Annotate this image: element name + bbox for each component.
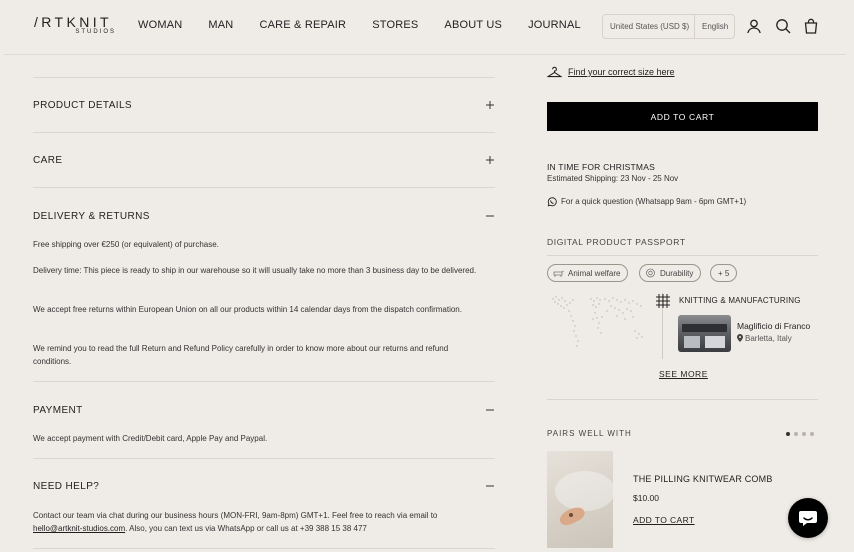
divider [33, 187, 495, 188]
divider [33, 458, 495, 459]
bag-icon[interactable] [803, 18, 819, 34]
size-guide-link[interactable]: Find your correct size here [568, 67, 675, 77]
divider [33, 381, 495, 382]
nav-item-care-repair[interactable]: CARE & REPAIR [259, 19, 346, 31]
whatsapp-icon [547, 197, 557, 207]
pill-label: Animal welfare [568, 268, 621, 278]
carousel-dot[interactable] [786, 432, 790, 436]
delivery-text: We remind you to read the full Return an… [33, 344, 449, 366]
brand-logo[interactable]: /RTKNIT STUDIOS [34, 15, 118, 39]
world-map-image [552, 296, 643, 347]
accordion-delivery-returns[interactable]: DELIVERY & RETURNS [33, 211, 150, 222]
mill-name: Maglificio di Franco [737, 321, 811, 331]
product-thumbnail[interactable] [547, 451, 613, 548]
plus-icon[interactable] [485, 155, 495, 165]
nav-item-stores[interactable]: STORES [372, 19, 418, 31]
whatsapp-text[interactable]: For a quick question (Whatsapp 9am - 6pm… [561, 197, 746, 206]
knitting-icon [656, 294, 670, 308]
passport-title: DIGITAL PRODUCT PASSPORT [547, 237, 686, 247]
knitting-title: KNITTING & MANUFACTURING [679, 296, 801, 305]
email-link[interactable]: hello@artknit-studios.com [33, 524, 125, 533]
logo-wordmark: /RTKNIT [34, 14, 112, 30]
accordion-care[interactable]: CARE [33, 155, 62, 166]
delivery-text: We accept free returns within European U… [33, 305, 462, 314]
accordion-product-details[interactable]: PRODUCT DETAILS [33, 100, 132, 111]
carousel-dot[interactable] [810, 432, 814, 436]
minus-icon[interactable] [485, 405, 495, 415]
add-to-cart-button[interactable]: ADD TO CART [547, 102, 818, 131]
chat-icon [799, 511, 817, 526]
hanger-icon [547, 66, 562, 78]
help-text-intro: Contact our team via chat during our bus… [33, 511, 438, 520]
location-pin-icon [737, 334, 743, 342]
help-text: Contact our team via chat during our bus… [33, 509, 485, 535]
chat-button[interactable] [788, 498, 828, 538]
carousel-dots [786, 432, 814, 436]
minus-icon[interactable] [485, 211, 495, 221]
logo-subtitle: STUDIOS [75, 29, 116, 35]
delivery-text: Delivery time: This piece is ready to sh… [33, 266, 477, 275]
payment-text: We accept payment with Credit/Debit card… [33, 434, 268, 443]
carousel-dot[interactable] [794, 432, 798, 436]
nav-item-woman[interactable]: WOMAN [138, 19, 182, 31]
pill-label: + 5 [718, 268, 730, 278]
mill-location: Barletta, Italy [745, 334, 792, 343]
divider [547, 399, 818, 400]
nav-item-about-us[interactable]: ABOUT US [444, 19, 502, 31]
christmas-title: IN TIME FOR CHRISTMAS [547, 162, 655, 172]
estimated-shipping: Estimated Shipping: 23 Nov - 25 Nov [547, 174, 679, 183]
pill-animal-welfare[interactable]: Animal welfare [547, 264, 629, 282]
site-header: /RTKNIT STUDIOS WOMAN MAN CARE & REPAIR … [4, 0, 846, 55]
sheep-icon [553, 270, 564, 277]
search-icon[interactable] [775, 18, 791, 34]
account-icon[interactable] [746, 18, 762, 34]
pill-more[interactable]: + 5 [710, 264, 738, 282]
delivery-text: Free shipping over €250 (or equivalent) … [33, 240, 219, 249]
pill-durability[interactable]: Durability [639, 264, 702, 282]
help-text-phone: . Also, you can text us via WhatsApp or … [125, 524, 367, 533]
minus-icon[interactable] [485, 481, 495, 491]
related-product-price: $10.00 [633, 493, 659, 503]
accordion-need-help[interactable]: NEED HELP? [33, 481, 99, 492]
divider [33, 77, 495, 78]
related-add-to-cart-button[interactable]: ADD TO CART [633, 515, 695, 525]
related-product-name[interactable]: THE PILLING KNITWEAR COMB [633, 474, 773, 484]
durability-icon [646, 268, 655, 278]
pairs-well-with-title: PAIRS WELL WITH [547, 429, 632, 438]
mill-photo [678, 315, 731, 352]
plus-icon[interactable] [485, 100, 495, 110]
divider [33, 548, 495, 549]
main-nav: WOMAN MAN CARE & REPAIR STORES ABOUT US … [138, 19, 607, 31]
language-selector[interactable]: English [695, 22, 728, 31]
pill-label: Durability [660, 268, 694, 278]
country-selector[interactable]: United States (USD $) [603, 15, 695, 38]
carousel-dot[interactable] [802, 432, 806, 436]
locale-selector: United States (USD $) English [602, 14, 735, 39]
nav-item-man[interactable]: MAN [208, 19, 233, 31]
divider [33, 132, 495, 133]
divider [547, 255, 818, 256]
nav-item-journal[interactable]: JOURNAL [528, 19, 581, 31]
see-more-link[interactable]: SEE MORE [659, 369, 708, 379]
accordion-payment[interactable]: PAYMENT [33, 405, 83, 416]
